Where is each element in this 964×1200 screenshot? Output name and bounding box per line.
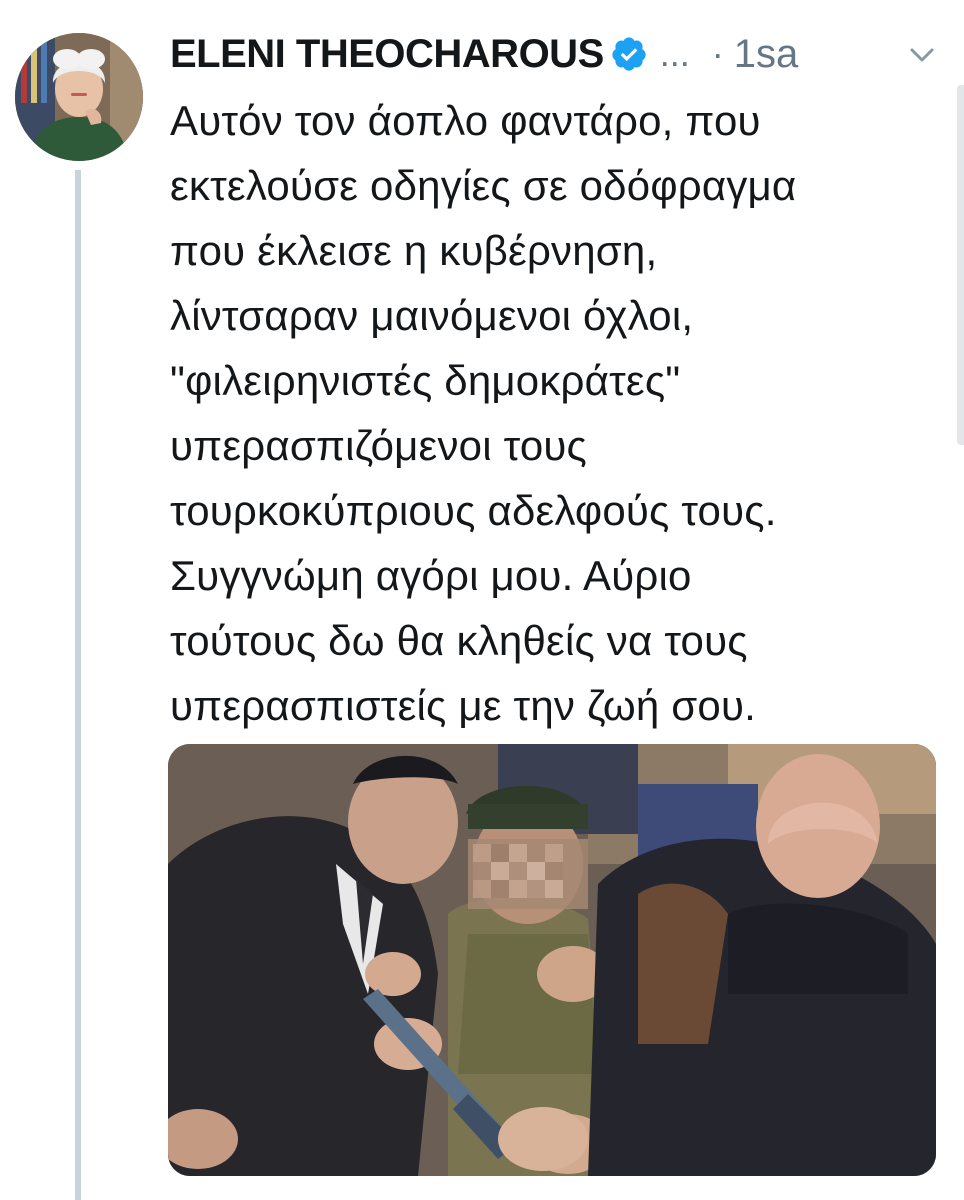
tweet-text-line: τούτους δω θα κληθείς να τους bbox=[170, 617, 748, 664]
timestamp[interactable]: 1sa bbox=[734, 32, 799, 77]
tweet-text-line: "φιλειρηνιστές δημοκράτες" bbox=[170, 357, 681, 404]
chevron-down-icon[interactable] bbox=[904, 40, 940, 70]
tweet: ELENI THEOCHAROUS ... · 1sa Αυτόν τον άο… bbox=[0, 0, 964, 1200]
tweet-text-line: εκτελούσε οδηγίες σε οδόφραγμα bbox=[170, 162, 797, 209]
tweet-text-line: που έκλεισε η κυβέρνηση, bbox=[170, 227, 658, 274]
verified-badge-icon bbox=[610, 35, 648, 73]
tweet-text-line: υπερασπιστείς με την ζωή σου. bbox=[170, 682, 757, 729]
tweet-text-line: υπερασπιζόμενοι τους bbox=[170, 422, 587, 469]
tweet-text-line: τουρκοκύπριους αδελφούς τους. bbox=[170, 487, 777, 534]
more-indicator: ... bbox=[659, 33, 690, 74]
scrollbar[interactable] bbox=[957, 85, 964, 445]
tweet-photo[interactable] bbox=[168, 744, 936, 1176]
author-name[interactable]: ELENI THEOCHAROUS bbox=[170, 32, 604, 77]
tweet-text-line: Αυτόν τον άοπλο φαντάρο, που bbox=[170, 97, 761, 144]
separator-dot: · bbox=[711, 33, 724, 74]
tweet-text-line: Συγγνώμη αγόρι μου. Αύριο bbox=[170, 552, 692, 599]
thread-connector-line bbox=[75, 170, 81, 1200]
avatar[interactable] bbox=[15, 33, 143, 161]
tweet-text-line: λίντσαραν μαινόμενοι όχλοι, bbox=[170, 292, 694, 339]
tweet-text: Αυτόν τον άοπλο φαντάρο, που εκτελούσε ο… bbox=[170, 88, 950, 738]
tweet-header: ELENI THEOCHAROUS ... · 1sa bbox=[170, 28, 798, 80]
